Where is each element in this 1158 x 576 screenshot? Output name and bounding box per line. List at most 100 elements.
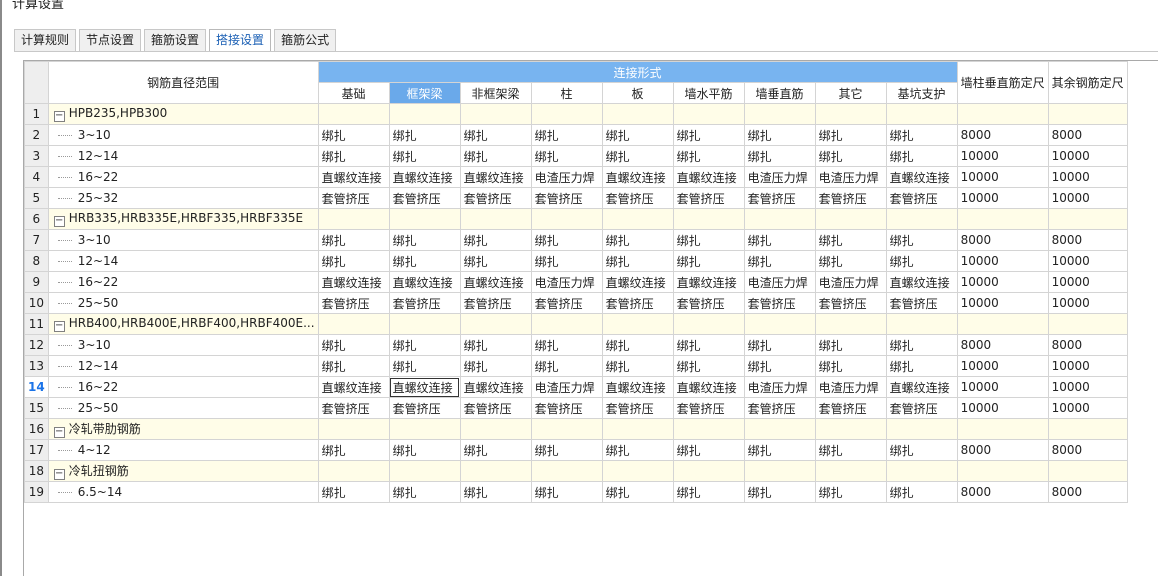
row-number[interactable]: 6: [24, 208, 49, 230]
connection-cell[interactable]: 绑扎: [672, 250, 745, 272]
connection-cell[interactable]: 直螺纹连接: [317, 166, 390, 188]
connection-cell[interactable]: 套管挤压: [459, 292, 532, 314]
connection-cell[interactable]: 直螺纹连接: [459, 271, 532, 293]
tab-node-settings[interactable]: 节点设置: [79, 29, 142, 51]
length-cell[interactable]: 10000: [1047, 271, 1128, 293]
connection-cell[interactable]: 绑扎: [814, 145, 887, 167]
connection-cell[interactable]: 套管挤压: [743, 292, 816, 314]
col-header-frame-beam[interactable]: 框架梁: [388, 82, 461, 104]
length-cell[interactable]: 10000: [956, 397, 1049, 419]
length-cell[interactable]: 8000: [1047, 124, 1128, 146]
collapse-minus-icon[interactable]: −: [53, 321, 65, 332]
length-cell[interactable]: 10000: [956, 250, 1049, 272]
connection-cell[interactable]: 直螺纹连接: [885, 271, 958, 293]
diameter-range-cell[interactable]: 4~12: [47, 439, 319, 461]
connection-cell[interactable]: 电渣压力焊: [530, 166, 603, 188]
connection-cell[interactable]: 绑扎: [601, 145, 674, 167]
length-cell[interactable]: 10000: [1047, 166, 1128, 188]
length-cell[interactable]: 8000: [956, 481, 1049, 503]
connection-cell[interactable]: 绑扎: [814, 124, 887, 146]
connection-cell[interactable]: 绑扎: [601, 250, 674, 272]
connection-cell[interactable]: 绑扎: [743, 124, 816, 146]
connection-cell[interactable]: 绑扎: [459, 439, 532, 461]
connection-cell[interactable]: 绑扎: [388, 334, 461, 356]
connection-cell[interactable]: 绑扎: [601, 481, 674, 503]
diameter-range-cell[interactable]: 12~14: [47, 145, 319, 167]
length-cell[interactable]: 8000: [956, 334, 1049, 356]
connection-cell[interactable]: 绑扎: [530, 124, 603, 146]
connection-cell[interactable]: 绑扎: [814, 481, 887, 503]
connection-cell[interactable]: 绑扎: [317, 355, 390, 377]
row-number[interactable]: 11: [24, 313, 49, 335]
grade-group-cell[interactable]: − 冷轧扭钢筋: [47, 460, 319, 482]
connection-cell[interactable]: 电渣压力焊: [743, 166, 816, 188]
connection-cell[interactable]: 绑扎: [530, 145, 603, 167]
connection-cell[interactable]: 套管挤压: [743, 397, 816, 419]
connection-cell[interactable]: 绑扎: [459, 145, 532, 167]
connection-cell[interactable]: 绑扎: [672, 124, 745, 146]
tab-lap-settings[interactable]: 搭接设置: [209, 29, 272, 52]
length-cell[interactable]: 10000: [956, 166, 1049, 188]
length-cell[interactable]: 8000: [956, 439, 1049, 461]
length-cell[interactable]: 10000: [956, 376, 1049, 398]
connection-cell[interactable]: 电渣压力焊: [814, 166, 887, 188]
connection-cell[interactable]: 套管挤压: [459, 187, 532, 209]
connection-cell[interactable]: 绑扎: [388, 145, 461, 167]
connection-cell[interactable]: 绑扎: [530, 334, 603, 356]
connection-cell[interactable]: 绑扎: [459, 229, 532, 251]
connection-cell[interactable]: 绑扎: [885, 355, 958, 377]
connection-cell[interactable]: 绑扎: [814, 334, 887, 356]
row-number[interactable]: 7: [24, 229, 49, 251]
diameter-range-cell[interactable]: 3~10: [47, 229, 319, 251]
connection-cell[interactable]: 套管挤压: [885, 292, 958, 314]
row-number[interactable]: 2: [24, 124, 49, 146]
connection-cell[interactable]: 直螺纹连接: [601, 376, 674, 398]
connection-cell[interactable]: 绑扎: [459, 481, 532, 503]
diameter-range-cell[interactable]: 6.5~14: [47, 481, 319, 503]
connection-cell[interactable]: 绑扎: [814, 355, 887, 377]
connection-cell[interactable]: 套管挤压: [530, 187, 603, 209]
diameter-range-cell[interactable]: 3~10: [47, 124, 319, 146]
connection-cell[interactable]: 套管挤压: [672, 292, 745, 314]
connection-cell[interactable]: 套管挤压: [601, 187, 674, 209]
connection-cell[interactable]: 套管挤压: [530, 397, 603, 419]
connection-cell[interactable]: 电渣压力焊: [814, 271, 887, 293]
diameter-range-cell[interactable]: 12~14: [47, 355, 319, 377]
length-cell[interactable]: 10000: [1047, 145, 1128, 167]
row-number[interactable]: 10: [24, 292, 49, 314]
connection-cell[interactable]: 绑扎: [388, 124, 461, 146]
connection-cell[interactable]: 绑扎: [814, 439, 887, 461]
col-header-foundation[interactable]: 基础: [317, 82, 390, 104]
connection-cell[interactable]: 直螺纹连接: [601, 166, 674, 188]
connection-cell[interactable]: 绑扎: [672, 355, 745, 377]
connection-cell[interactable]: 绑扎: [885, 250, 958, 272]
connection-cell[interactable]: 绑扎: [601, 439, 674, 461]
row-number[interactable]: 16: [24, 418, 49, 440]
connection-cell[interactable]: 套管挤压: [672, 397, 745, 419]
length-cell[interactable]: 10000: [1047, 397, 1128, 419]
length-cell[interactable]: 8000: [1047, 481, 1128, 503]
connection-cell[interactable]: 绑扎: [317, 334, 390, 356]
connection-cell[interactable]: 绑扎: [459, 334, 532, 356]
connection-cell[interactable]: 绑扎: [672, 229, 745, 251]
length-cell[interactable]: 8000: [956, 124, 1049, 146]
connection-cell[interactable]: 绑扎: [317, 145, 390, 167]
row-number[interactable]: 4: [24, 166, 49, 188]
connection-cell[interactable]: 绑扎: [885, 229, 958, 251]
connection-cell[interactable]: 绑扎: [459, 250, 532, 272]
connection-cell[interactable]: 电渣压力焊: [814, 376, 887, 398]
connection-cell[interactable]: 绑扎: [743, 355, 816, 377]
length-cell[interactable]: 8000: [1047, 439, 1128, 461]
col-header-slab[interactable]: 板: [601, 82, 674, 104]
row-number[interactable]: 8: [24, 250, 49, 272]
connection-cell[interactable]: 绑扎: [885, 439, 958, 461]
connection-cell[interactable]: 直螺纹连接: [885, 166, 958, 188]
connection-cell[interactable]: 直螺纹连接: [317, 376, 390, 398]
diameter-range-cell[interactable]: 16~22: [47, 376, 319, 398]
connection-cell[interactable]: 绑扎: [530, 355, 603, 377]
connection-cell[interactable]: 套管挤压: [672, 187, 745, 209]
connection-cell[interactable]: 绑扎: [814, 250, 887, 272]
connection-cell[interactable]: 套管挤压: [601, 397, 674, 419]
connection-cell[interactable]: 绑扎: [743, 145, 816, 167]
collapse-minus-icon[interactable]: −: [53, 111, 65, 122]
